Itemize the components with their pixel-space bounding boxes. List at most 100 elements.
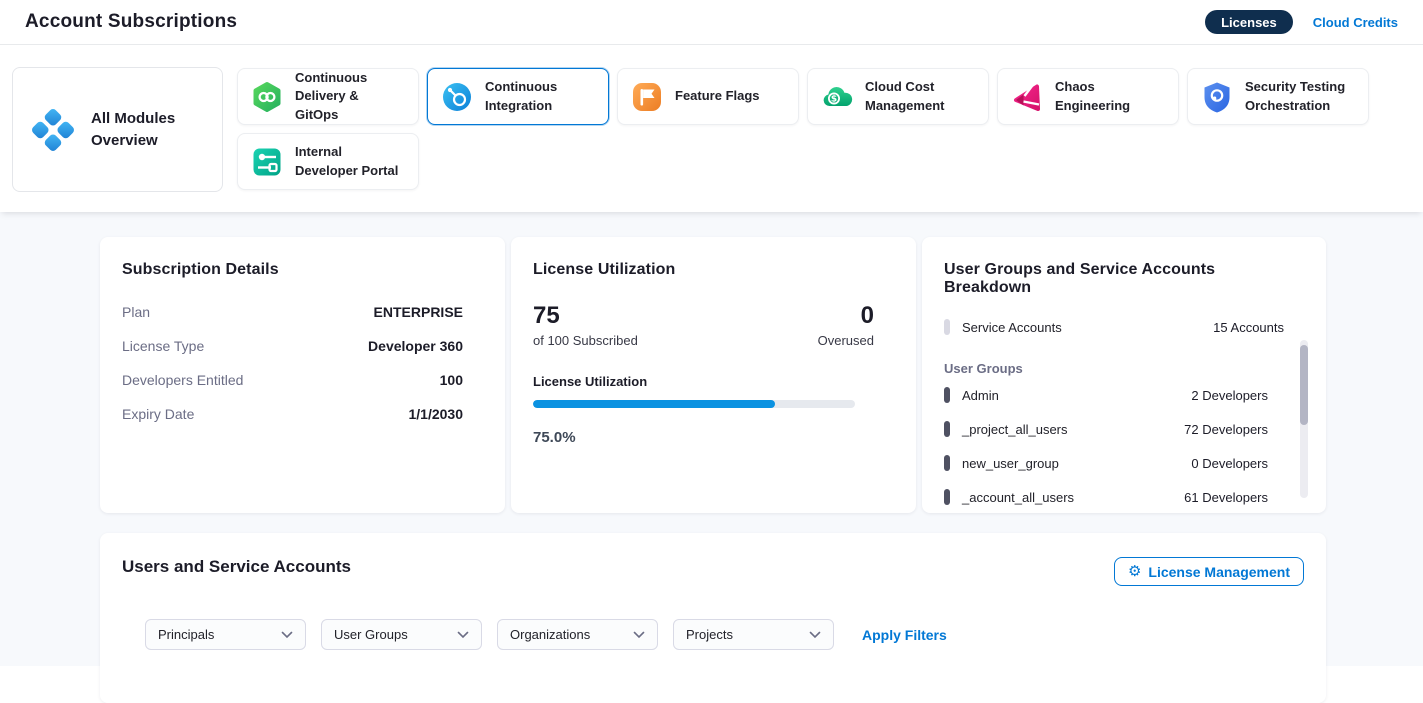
page-title: Account Subscriptions (25, 11, 237, 33)
all-modules-overview-card[interactable]: All Modules Overview (12, 67, 223, 192)
breakdown-scrollbar-thumb[interactable] (1300, 345, 1308, 425)
header-tabs: Licenses Cloud Credits (1205, 10, 1398, 34)
module-label: Chaos Engineering (1055, 78, 1165, 114)
projects-filter-dropdown[interactable]: Projects (673, 619, 834, 650)
organizations-filter-dropdown[interactable]: Organizations (497, 619, 658, 650)
breakdown-title: User Groups and Service Accounts Breakdo… (944, 261, 1304, 297)
module-label: Continuous Integration (485, 78, 595, 114)
module-card-continuous-integration[interactable]: Continuous Integration (427, 68, 609, 125)
cd-gitops-icon (251, 81, 283, 113)
subscribed-count: 75 (533, 303, 638, 329)
breakdown-scrollbar-track[interactable] (1300, 340, 1308, 498)
main-content: Subscription Details Plan ENTERPRISE Lic… (0, 212, 1423, 666)
utilization-percent: 75.0% (533, 429, 894, 446)
service-accounts-label: Service Accounts (962, 320, 1062, 335)
module-label: Continuous Delivery & GitOps (295, 69, 405, 124)
page-header: Account Subscriptions Licenses Cloud Cre… (0, 0, 1423, 45)
subscribed-caption: of 100 Subscribed (533, 333, 638, 348)
filter-label: Principals (158, 627, 214, 642)
ci-icon (441, 81, 473, 113)
chevron-down-icon (633, 631, 645, 639)
module-card-security-testing[interactable]: Security Testing Orchestration (1187, 68, 1369, 125)
user-group-row: _account_all_users 61 Developers (944, 480, 1304, 514)
filter-label: Organizations (510, 627, 590, 642)
users-section-title: Users and Service Accounts (122, 557, 351, 577)
row-label: License Type (122, 338, 204, 354)
subscription-row-expiry-date: Expiry Date 1/1/2030 (122, 397, 463, 431)
filters-row: Principals User Groups Organizations Pro… (145, 619, 1304, 650)
subscription-row-developers-entitled: Developers Entitled 100 (122, 363, 463, 397)
row-value: Developer 360 (368, 338, 463, 354)
module-label: Feature Flags (675, 87, 760, 105)
module-card-cd-gitops[interactable]: Continuous Delivery & GitOps (237, 68, 419, 125)
chevron-down-icon (457, 631, 469, 639)
subscribed-block: 75 of 100 Subscribed (533, 303, 638, 348)
user-group-row: _project_all_users 72 Developers (944, 412, 1304, 446)
chevron-down-icon (281, 631, 293, 639)
user-group-value: 61 Developers (1184, 490, 1268, 505)
module-card-feature-flags[interactable]: Feature Flags (617, 68, 799, 125)
user-group-name: _project_all_users (962, 422, 1068, 437)
apply-filters-link[interactable]: Apply Filters (862, 627, 947, 643)
filter-label: Projects (686, 627, 733, 642)
license-utilization-title: License Utilization (533, 261, 894, 279)
gear-icon: ⚙ (1128, 564, 1141, 579)
user-group-marker-icon (944, 387, 950, 403)
row-value: ENTERPRISE (374, 304, 463, 320)
user-groups-subheader: User Groups (944, 361, 1304, 376)
row-label: Expiry Date (122, 406, 194, 422)
overused-caption: Overused (818, 333, 874, 348)
row-value: 1/1/2030 (409, 406, 464, 422)
user-group-marker-icon (944, 421, 950, 437)
cloud-cost-icon: $ (821, 81, 853, 113)
idp-icon (251, 146, 283, 178)
module-label: Internal Developer Portal (295, 143, 405, 179)
user-group-row: Admin 2 Developers (944, 378, 1304, 412)
filter-label: User Groups (334, 627, 408, 642)
module-card-internal-developer-portal[interactable]: Internal Developer Portal (237, 133, 419, 190)
license-utilization-card: License Utilization 75 of 100 Subscribed… (511, 237, 916, 513)
module-card-chaos-engineering[interactable]: Chaos Engineering (997, 68, 1179, 125)
module-label: Security Testing Orchestration (1245, 78, 1355, 114)
feature-flags-icon (631, 81, 663, 113)
utilization-progress-fill (533, 400, 775, 408)
users-section-header: Users and Service Accounts ⚙ License Man… (122, 557, 1304, 586)
user-group-row: new_user_group 0 Developers (944, 446, 1304, 480)
module-card-cloud-cost[interactable]: $ Cloud Cost Management (807, 68, 989, 125)
user-group-name: Admin (962, 388, 999, 403)
subscription-details-card: Subscription Details Plan ENTERPRISE Lic… (100, 237, 505, 513)
breakdown-card: User Groups and Service Accounts Breakdo… (922, 237, 1326, 513)
service-accounts-value: 15 Accounts (1213, 320, 1284, 335)
principals-filter-dropdown[interactable]: Principals (145, 619, 306, 650)
chevron-down-icon (809, 631, 821, 639)
chaos-icon (1011, 81, 1043, 113)
user-groups-list: Admin 2 Developers _project_all_users 72… (944, 378, 1304, 514)
module-selector-bar: All Modules Overview Continuous Delivery… (0, 45, 1423, 212)
user-group-marker-icon (944, 489, 950, 505)
svg-text:$: $ (831, 94, 837, 104)
module-label: Cloud Cost Management (865, 78, 975, 114)
users-service-accounts-card: Users and Service Accounts ⚙ License Man… (100, 533, 1326, 703)
overused-block: 0 Overused (818, 303, 874, 348)
row-label: Plan (122, 304, 150, 320)
utilization-numbers: 75 of 100 Subscribed 0 Overused (533, 303, 894, 348)
subscription-row-license-type: License Type Developer 360 (122, 329, 463, 363)
row-label: Developers Entitled (122, 372, 243, 388)
user-groups-filter-dropdown[interactable]: User Groups (321, 619, 482, 650)
license-management-button[interactable]: ⚙ License Management (1114, 557, 1304, 586)
license-management-label: License Management (1148, 564, 1290, 580)
service-accounts-row: Service Accounts 15 Accounts (944, 319, 1304, 335)
user-group-name: _account_all_users (962, 490, 1074, 505)
user-group-marker-icon (944, 455, 950, 471)
module-grid: Continuous Delivery & GitOps Continuous … (237, 68, 1369, 198)
user-group-value: 72 Developers (1184, 422, 1268, 437)
tab-licenses[interactable]: Licenses (1205, 10, 1293, 34)
subscription-row-plan: Plan ENTERPRISE (122, 295, 463, 329)
user-group-value: 2 Developers (1191, 388, 1268, 403)
tab-cloud-credits[interactable]: Cloud Credits (1313, 15, 1398, 30)
overused-count: 0 (818, 303, 874, 329)
subscription-details-rows: Plan ENTERPRISE License Type Developer 3… (122, 295, 483, 431)
all-modules-overview-label: All Modules Overview (91, 108, 206, 152)
all-modules-icon (29, 106, 77, 154)
user-group-value: 0 Developers (1191, 456, 1268, 471)
